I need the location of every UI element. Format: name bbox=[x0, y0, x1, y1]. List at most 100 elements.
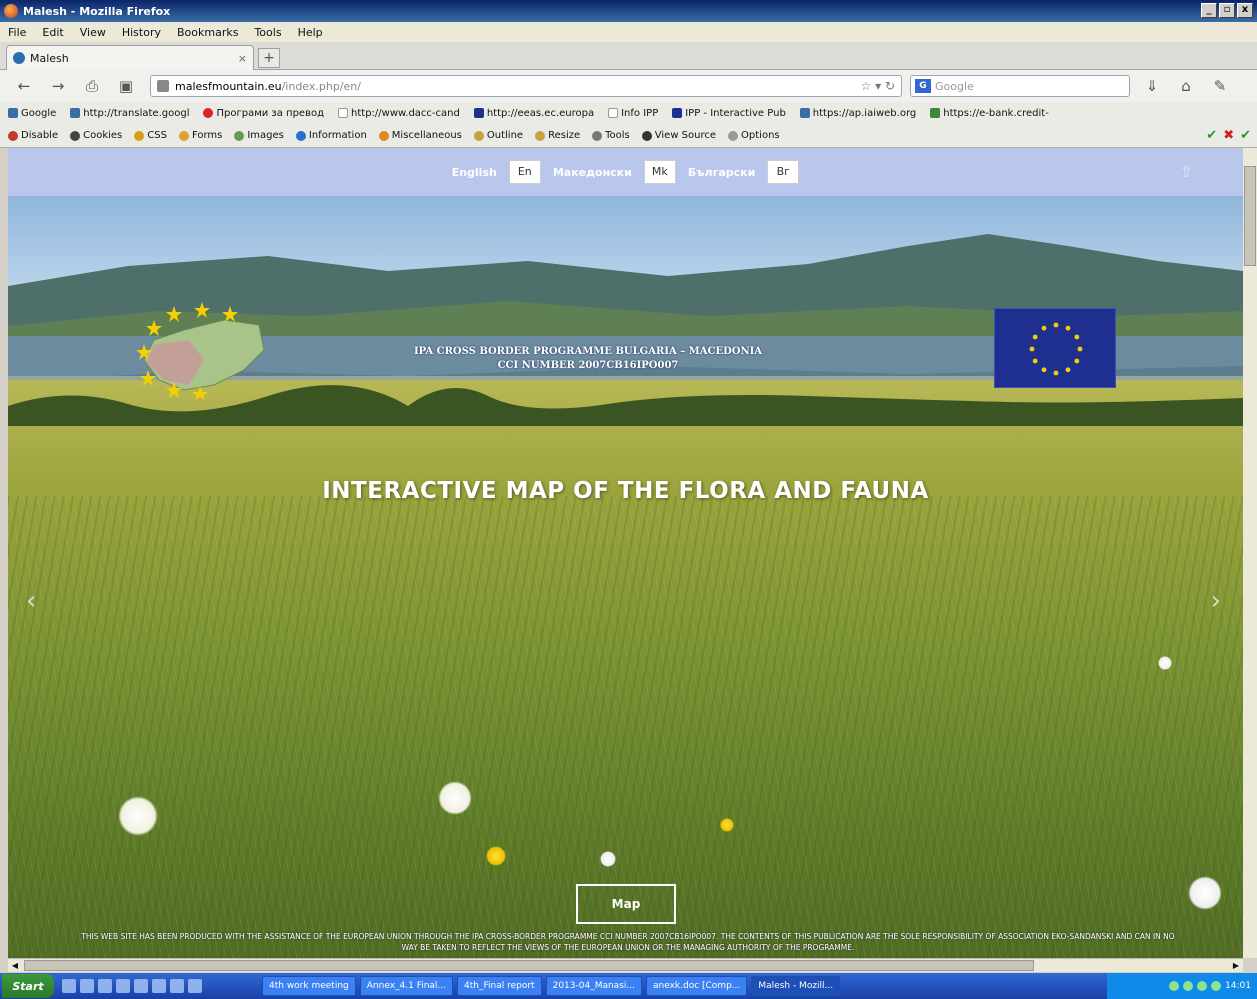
menu-bookmarks[interactable]: Bookmarks bbox=[177, 26, 238, 39]
programme-banner-text: IPA CROSS BORDER PROGRAMME BULGARIA – MA… bbox=[308, 345, 868, 373]
taskbar-item[interactable]: anexk.doc [Comp... bbox=[645, 976, 748, 996]
dev-miscellaneous[interactable]: Miscellaneous bbox=[378, 130, 462, 141]
bookmark-icon bbox=[799, 108, 810, 118]
minimize-button[interactable]: _ bbox=[1201, 3, 1217, 18]
tray-icon[interactable] bbox=[1183, 981, 1194, 991]
home-icon[interactable]: ⌂ bbox=[1176, 76, 1196, 96]
back-icon[interactable]: ← bbox=[14, 76, 34, 96]
dev-tools[interactable]: Tools bbox=[592, 130, 630, 141]
quick-launch-icon[interactable] bbox=[188, 979, 202, 993]
quick-launch-icon[interactable] bbox=[116, 979, 130, 993]
search-bar[interactable]: G Google bbox=[910, 75, 1130, 97]
printer-preview-icon[interactable]: ▣ bbox=[116, 76, 136, 96]
tray-icon[interactable] bbox=[1197, 981, 1208, 991]
menu-file[interactable]: File bbox=[8, 26, 26, 39]
new-tab-button[interactable]: + bbox=[258, 48, 280, 68]
dev-information[interactable]: Information bbox=[295, 130, 367, 141]
menu-tools[interactable]: Tools bbox=[254, 26, 281, 39]
dev-css[interactable]: CSS bbox=[134, 130, 167, 141]
close-button[interactable]: x bbox=[1237, 3, 1253, 18]
dev-forms[interactable]: Forms bbox=[178, 130, 222, 141]
dev-images[interactable]: Images bbox=[234, 130, 284, 141]
map-button[interactable]: Map bbox=[576, 884, 676, 924]
scroll-left-icon[interactable]: ◀ bbox=[8, 959, 22, 972]
outline-icon bbox=[473, 130, 484, 141]
lang-button-en[interactable]: En bbox=[508, 160, 541, 184]
eu-star bbox=[1077, 346, 1083, 352]
bookmark-google[interactable]: Google bbox=[8, 108, 56, 119]
quick-launch-icon[interactable] bbox=[98, 979, 112, 993]
maximize-button[interactable]: ▫ bbox=[1219, 3, 1235, 18]
eu-star bbox=[1041, 367, 1047, 373]
bookmark-programi[interactable]: Програми за превод bbox=[203, 108, 324, 119]
tray-icon[interactable] bbox=[1169, 981, 1180, 991]
options-icon bbox=[728, 130, 739, 141]
window-titlebar: Malesh - Mozilla Firefox _ ▫ x bbox=[0, 0, 1257, 22]
search-engine-icon[interactable]: G bbox=[915, 79, 931, 93]
validation-status: ✔ ✖ ✔ bbox=[1206, 128, 1251, 143]
quick-launch-icon[interactable] bbox=[170, 979, 184, 993]
css-valid-icon[interactable]: ✔ bbox=[1206, 128, 1217, 143]
addon-icon[interactable]: ✎ bbox=[1210, 76, 1230, 96]
menu-history[interactable]: History bbox=[122, 26, 161, 39]
dev-outline[interactable]: Outline bbox=[473, 130, 523, 141]
lang-label-macedonian[interactable]: Македонски bbox=[553, 166, 632, 179]
bookmark-info-ipp[interactable]: Info IPP bbox=[608, 108, 658, 119]
url-bar[interactable]: malesfmountain.eu /index.php/en/ ☆ ▾ ↻ bbox=[150, 75, 902, 97]
bookmark-iaiweb[interactable]: https://ap.iaiweb.org bbox=[799, 108, 916, 119]
lang-label-bulgarian[interactable]: Български bbox=[688, 166, 755, 179]
tray-icon[interactable] bbox=[1211, 981, 1222, 991]
bookmark-ipp-interactive[interactable]: IPP - Interactive Pub bbox=[672, 108, 786, 119]
taskbar-item[interactable]: 2013-04_Manasi... bbox=[545, 976, 642, 996]
vertical-scrollbar[interactable] bbox=[1243, 148, 1257, 958]
carousel-prev-icon[interactable]: ‹ bbox=[26, 586, 36, 616]
eu-star bbox=[1053, 370, 1059, 376]
windows-taskbar: Start 4th work meeting Annex_4.1 Final..… bbox=[0, 973, 1257, 999]
html-valid-icon[interactable]: ✔ bbox=[1240, 128, 1251, 143]
js-error-icon[interactable]: ✖ bbox=[1223, 128, 1234, 143]
quick-launch-icon[interactable] bbox=[62, 979, 76, 993]
site-identity-icon[interactable] bbox=[157, 80, 169, 92]
dev-cookies[interactable]: Cookies bbox=[70, 130, 122, 141]
cookies-icon bbox=[70, 130, 81, 141]
taskbar-item[interactable]: 4th work meeting bbox=[262, 976, 356, 996]
carousel-next-icon[interactable]: › bbox=[1211, 586, 1221, 616]
bookmark-dacc[interactable]: http://www.dacc-cand bbox=[338, 108, 460, 119]
dev-options[interactable]: Options bbox=[728, 130, 780, 141]
taskbar-item-active[interactable]: Malesh - Mozill... bbox=[751, 976, 841, 996]
bookmark-eeas[interactable]: http://eeas.ec.europa bbox=[473, 108, 594, 119]
scroll-top-icon[interactable]: ⇧ bbox=[1180, 162, 1193, 181]
eu-star bbox=[1032, 358, 1038, 364]
tab-close-icon[interactable]: × bbox=[238, 52, 247, 65]
tools-icon bbox=[592, 130, 603, 141]
quick-launch-icon[interactable] bbox=[152, 979, 166, 993]
lang-button-mk[interactable]: Mk bbox=[643, 160, 676, 184]
download-icon[interactable]: ⇓ bbox=[1142, 76, 1162, 96]
forward-icon[interactable]: → bbox=[48, 76, 68, 96]
menu-edit[interactable]: Edit bbox=[42, 26, 63, 39]
lang-label-english[interactable]: English bbox=[452, 166, 497, 179]
images-icon bbox=[234, 130, 245, 141]
vertical-scroll-thumb[interactable] bbox=[1244, 166, 1256, 266]
bookmark-translate[interactable]: http://translate.googl bbox=[70, 108, 189, 119]
print-icon[interactable]: ⎙ bbox=[82, 76, 102, 96]
reload-icon[interactable]: ☆ ▾ ↻ bbox=[861, 79, 895, 93]
clock[interactable]: 14:01 bbox=[1225, 981, 1251, 991]
dev-disable[interactable]: Disable bbox=[8, 130, 58, 141]
menu-help[interactable]: Help bbox=[298, 26, 323, 39]
dev-resize[interactable]: Resize bbox=[535, 130, 580, 141]
horizontal-scroll-thumb[interactable] bbox=[24, 960, 1034, 971]
eu-stars bbox=[1029, 322, 1083, 376]
scroll-right-icon[interactable]: ▶ bbox=[1229, 959, 1243, 972]
menu-view[interactable]: View bbox=[80, 26, 106, 39]
tab-malesh[interactable]: Malesh × bbox=[6, 45, 254, 70]
quick-launch-icon[interactable] bbox=[134, 979, 148, 993]
dev-view-source[interactable]: View Source bbox=[641, 130, 716, 141]
quick-launch-icon[interactable] bbox=[80, 979, 94, 993]
horizontal-scrollbar[interactable]: ◀ ▶ bbox=[8, 958, 1243, 972]
taskbar-item[interactable]: 4th_Final report bbox=[457, 976, 542, 996]
start-button[interactable]: Start bbox=[2, 974, 54, 998]
taskbar-item[interactable]: Annex_4.1 Final... bbox=[359, 976, 454, 996]
bookmark-ebank[interactable]: https://e-bank.credit- bbox=[930, 108, 1049, 119]
lang-button-bg[interactable]: Bг bbox=[767, 160, 800, 184]
